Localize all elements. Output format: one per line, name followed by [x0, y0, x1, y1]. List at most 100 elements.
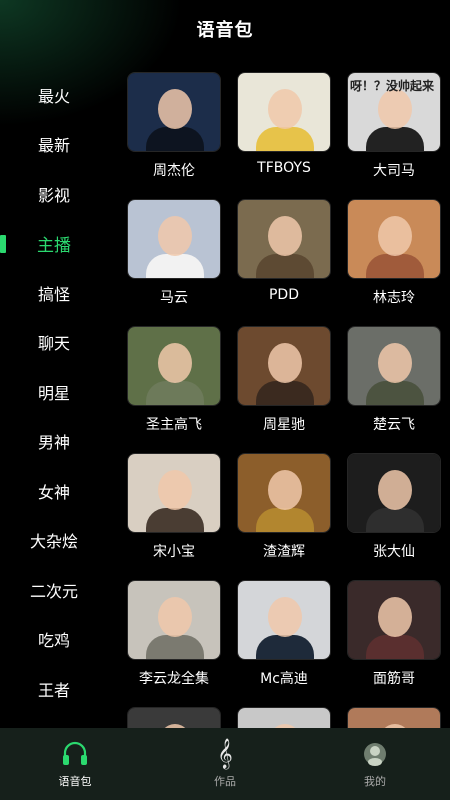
voice-pack-thumbnail	[127, 72, 221, 152]
voice-pack-card[interactable]: 张大仙	[347, 453, 441, 573]
voice-pack-card[interactable]: Mc高迪	[237, 580, 331, 700]
voice-pack-card[interactable]: 周杰伦	[127, 72, 221, 192]
thumbnail-figure	[366, 127, 424, 151]
sidebar-item-misc[interactable]: 大杂烩	[0, 516, 108, 566]
sidebar-item-label: 女神	[37, 482, 70, 502]
voice-pack-card[interactable]: 圣主高飞	[127, 326, 221, 446]
category-sidebar: 最火 最新 影视 主播 搞怪 聊天 明星 男神 女神 大杂烩 二次元 吃鸡 王者	[0, 70, 108, 714]
voice-pack-name: Mc高迪	[260, 671, 308, 687]
voice-pack-thumbnail	[347, 453, 441, 533]
sidebar-item-celebrity[interactable]: 明星	[0, 367, 108, 417]
voice-pack-thumbnail	[347, 707, 441, 728]
thumbnail-face	[268, 216, 302, 256]
voice-pack-card[interactable]: 宋小宝	[127, 453, 221, 573]
voice-pack-thumbnail	[237, 707, 331, 728]
voice-pack-card[interactable]: 李云龙全集	[127, 580, 221, 700]
voice-pack-name: 面筋哥	[373, 671, 415, 687]
voice-pack-card[interactable]: 面筋哥	[347, 580, 441, 700]
tab-mine[interactable]: 我的	[300, 728, 450, 800]
headphones-icon	[60, 739, 90, 769]
sidebar-item-label: 最新	[37, 136, 70, 156]
treble-clef-icon: 𝄞	[217, 739, 233, 769]
sidebar-item-label: 最火	[37, 86, 70, 106]
thumbnail-figure	[256, 381, 314, 405]
voice-pack-thumbnail	[127, 199, 221, 279]
voice-pack-name: PDD	[268, 287, 299, 303]
thumbnail-face	[158, 470, 192, 510]
sidebar-item-hottest[interactable]: 最火	[0, 70, 108, 120]
thumbnail-face	[378, 343, 412, 383]
thumbnail-face	[378, 89, 412, 129]
thumbnail-figure	[146, 127, 204, 151]
sidebar-item-female-idol[interactable]: 女神	[0, 466, 108, 516]
sidebar-item-male-idol[interactable]: 男神	[0, 417, 108, 467]
thumbnail-figure	[146, 254, 204, 278]
thumbnail-face	[268, 470, 302, 510]
app-header: 语音包	[0, 0, 450, 58]
voice-pack-thumbnail	[237, 326, 331, 406]
voice-pack-card[interactable]: 楚云飞	[347, 326, 441, 446]
voice-pack-thumbnail	[127, 326, 221, 406]
voice-pack-name: 张大仙	[373, 544, 415, 560]
voice-pack-card[interactable]: 周星驰	[237, 326, 331, 446]
profile-avatar-icon	[360, 739, 390, 769]
thumbnail-figure	[256, 254, 314, 278]
voice-pack-card[interactable]	[127, 707, 221, 728]
tab-label: 我的	[364, 775, 386, 788]
thumbnail-face	[158, 89, 192, 129]
voice-pack-thumbnail	[347, 199, 441, 279]
sidebar-item-label: 大杂烩	[29, 532, 78, 552]
voice-pack-card[interactable]	[237, 707, 331, 728]
thumbnail-figure	[146, 635, 204, 659]
sidebar-item-label: 主播	[37, 235, 71, 256]
voice-pack-card[interactable]: 马云	[127, 199, 221, 319]
tab-voice-pack[interactable]: 语音包	[0, 728, 150, 800]
sidebar-item-label: 搞怪	[37, 284, 70, 304]
voice-pack-name: 渣渣辉	[263, 544, 305, 560]
thumbnail-figure	[256, 635, 314, 659]
thumbnail-face	[158, 597, 192, 637]
voice-pack-card[interactable]	[347, 707, 441, 728]
voice-pack-thumbnail	[127, 707, 221, 728]
sidebar-item-label: 男神	[37, 433, 70, 453]
voice-pack-name: 周星驰	[263, 417, 305, 433]
voice-pack-thumbnail	[127, 580, 221, 660]
thumbnail-figure	[256, 508, 314, 532]
sidebar-item-label: 王者	[37, 680, 70, 700]
thumbnail-face	[158, 216, 192, 256]
sidebar-item-honor-of-kings[interactable]: 王者	[0, 664, 108, 714]
thumbnail-face	[268, 89, 302, 129]
thumbnail-figure	[146, 381, 204, 405]
thumbnail-face	[378, 597, 412, 637]
voice-pack-card[interactable]: 渣渣辉	[237, 453, 331, 573]
thumbnail-figure	[366, 635, 424, 659]
sidebar-item-newest[interactable]: 最新	[0, 120, 108, 170]
voice-pack-card[interactable]: 呀！？没帅起来 大司马	[347, 72, 441, 192]
thumbnail-face	[378, 470, 412, 510]
sidebar-item-streamer[interactable]: 主播	[0, 219, 108, 269]
sidebar-item-anime[interactable]: 二次元	[0, 565, 108, 615]
thumbnail-figure	[256, 127, 314, 151]
thumbnail-face	[378, 216, 412, 256]
sidebar-item-label: 吃鸡	[37, 631, 70, 651]
voice-pack-thumbnail	[237, 453, 331, 533]
voice-pack-card[interactable]: PDD	[237, 199, 331, 319]
voice-pack-card[interactable]: 林志玲	[347, 199, 441, 319]
tab-works[interactable]: 𝄞 作品	[150, 728, 300, 800]
tab-label: 语音包	[58, 775, 92, 788]
voice-pack-thumbnail	[237, 580, 331, 660]
thumbnail-figure	[366, 381, 424, 405]
voice-pack-name: 圣主高飞	[146, 417, 202, 433]
sidebar-item-funny[interactable]: 搞怪	[0, 268, 108, 318]
voice-pack-name: 林志玲	[373, 290, 415, 306]
active-indicator	[0, 234, 6, 253]
thumbnail-face	[158, 343, 192, 383]
voice-pack-card[interactable]: TFBOYS	[237, 72, 331, 192]
sidebar-item-pubg[interactable]: 吃鸡	[0, 615, 108, 665]
tab-label: 作品	[214, 775, 236, 788]
thumbnail-face	[268, 597, 302, 637]
voice-pack-grid: 周杰伦 TFBOYS 呀！？没帅起来 大司马马云 PDD 林志玲圣主高飞 周星驰 楚云飞宋小宝…	[120, 72, 450, 728]
voice-pack-thumbnail	[237, 199, 331, 279]
sidebar-item-film-tv[interactable]: 影视	[0, 169, 108, 219]
sidebar-item-chat[interactable]: 聊天	[0, 318, 108, 368]
